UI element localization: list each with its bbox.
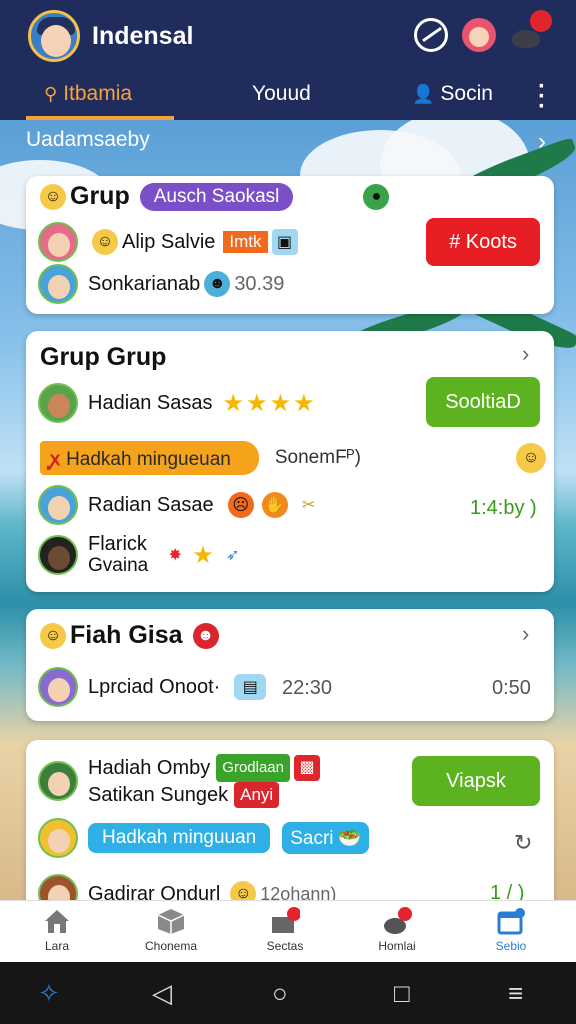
star-icon: ★ xyxy=(222,389,245,417)
star-icon: ★ xyxy=(269,389,292,417)
group-badge: Ausch Saokasl xyxy=(139,182,294,211)
assistant-icon[interactable]: ✧ xyxy=(38,978,60,1009)
tag-pill[interactable]: ꭙ Hadkah mingueuan xyxy=(40,441,259,475)
nav-chonema[interactable]: Chonema xyxy=(126,907,216,953)
member-name: Satikan Sungek xyxy=(88,784,229,806)
chevron-right-icon[interactable]: › xyxy=(522,341,529,367)
home-circle-icon[interactable]: ○ xyxy=(272,978,288,1009)
recents-icon[interactable]: □ xyxy=(394,978,410,1009)
angry-icon: ☹ xyxy=(227,492,254,518)
member-time: 1:4:by ) xyxy=(470,497,537,519)
tab-youud[interactable]: Youud xyxy=(252,82,311,120)
devil-icon: ☻ xyxy=(192,622,219,649)
star-icon: ★ xyxy=(192,541,214,569)
nav-sebio[interactable]: Sebio xyxy=(466,907,556,953)
back-icon[interactable]: ◁ xyxy=(152,978,172,1009)
home-icon xyxy=(42,907,72,935)
tag-pill[interactable]: Hadkah minguuan xyxy=(88,823,271,853)
tab-bar: ⚲ Itbamia Youud 👤 Socin xyxy=(0,72,576,120)
avatar[interactable] xyxy=(38,383,78,423)
row-time: 22:30 xyxy=(282,677,333,699)
group-card-2[interactable]: Grup Grup › Hadian Sasas ★ ★ ★ ★ Sooltia… xyxy=(26,331,554,592)
viapsk-button[interactable]: Viapsk xyxy=(412,756,540,806)
chevron-right-icon: › xyxy=(538,128,546,155)
burst-icon: ✸ xyxy=(168,547,182,564)
card-title: Grup Grup xyxy=(40,343,167,371)
member-value: 30.39 xyxy=(234,272,285,295)
laugh-icon: ☺ xyxy=(92,229,118,255)
member-name: Radian Sasae xyxy=(88,493,214,516)
group-card-4[interactable]: Hadiah Omby Grodlaan ▩ Satikan Sungek An… xyxy=(26,740,554,914)
tab-socin[interactable]: 👤 Socin xyxy=(412,82,493,120)
member-name: Alip Salvie xyxy=(122,230,216,253)
card-title: Fiah Gisa xyxy=(70,621,183,649)
group-card-1[interactable]: ☺ Grup Ausch Saokasl ● ☺ Alip Salvie Imt… xyxy=(26,176,554,314)
row-duration: 0:50 xyxy=(492,677,531,699)
nav-sectas[interactable]: Sectas xyxy=(240,907,330,953)
member-tag: Anyi xyxy=(234,782,280,808)
box-icon xyxy=(156,907,186,935)
koots-button[interactable]: # Koots xyxy=(426,218,540,266)
member-name: Hadiah Omby xyxy=(88,757,211,779)
more-options-icon[interactable]: · · · xyxy=(534,75,550,119)
card-title: Grup xyxy=(70,182,130,210)
star-icon: ★ xyxy=(246,389,268,417)
section-header[interactable]: Uadamsaeby › xyxy=(26,128,550,156)
mug-icon: ▣ xyxy=(271,229,298,255)
avatar[interactable] xyxy=(38,818,78,858)
nav-homlai[interactable]: Homlai xyxy=(352,907,442,953)
mask-icon: ☻ xyxy=(204,271,231,297)
smiley-icon: ☺ xyxy=(40,183,66,210)
active-tab-indicator xyxy=(26,116,174,120)
mouse-icon xyxy=(382,907,412,935)
user-avatar[interactable] xyxy=(28,10,80,62)
member-name: Hadian Sasas xyxy=(88,391,213,414)
smiley-icon: ☺ xyxy=(40,622,66,649)
star-icon: ★ xyxy=(293,389,315,417)
group-card-3[interactable]: ☺ Fiah Gisa ☻ › Lprciad Onoot· ▤ 22:30 0… xyxy=(26,609,554,721)
tab-itbamia[interactable]: ⚲ Itbamia xyxy=(44,82,132,120)
avatar[interactable] xyxy=(38,264,78,304)
system-nav-bar: ✧ ◁ ○ □ ≡ xyxy=(0,962,576,1024)
tag-icon: ꭙ xyxy=(50,449,61,470)
gift-icon: ▩ xyxy=(294,755,320,781)
smile-icon: ☺ xyxy=(516,443,546,473)
member-subname: Gvaina xyxy=(88,555,149,576)
nav-lara[interactable]: Lara xyxy=(12,907,102,953)
bottom-nav: Lara Chonema Sectas Homlai Sebio xyxy=(0,900,576,962)
app-title: Indensal xyxy=(92,22,194,50)
mouse-icon[interactable] xyxy=(510,10,552,52)
bowl-icon: 🥗 xyxy=(337,828,362,849)
pill-side-text: SonemFᴾ) xyxy=(274,447,361,468)
tag-pill-2[interactable]: Sacri 🥗 xyxy=(282,822,370,854)
menu-icon[interactable]: ≡ xyxy=(508,978,523,1009)
refresh-icon[interactable]: ↻ xyxy=(514,830,532,856)
chevron-right-icon[interactable]: › xyxy=(522,621,529,647)
cards-icon xyxy=(270,907,301,935)
person-icon: 👤 xyxy=(412,84,435,104)
bow-icon: ✂ xyxy=(301,497,316,514)
avatar[interactable] xyxy=(38,485,78,525)
profile-icon[interactable] xyxy=(462,18,496,52)
avatar[interactable] xyxy=(38,667,78,707)
avatar[interactable] xyxy=(38,761,78,801)
calendar-icon xyxy=(496,907,526,935)
ball-icon[interactable] xyxy=(414,18,448,52)
sooltiad-button[interactable]: SooltiaD xyxy=(426,377,540,427)
hand-icon: ✋ xyxy=(261,492,288,518)
avatar[interactable] xyxy=(38,535,78,575)
can-icon: ▤ xyxy=(234,674,267,700)
member-name: Lprciad Onoot· xyxy=(88,675,221,698)
leaf-icon: ● xyxy=(363,183,390,210)
rocket-icon: ➶ xyxy=(226,547,240,564)
member-name: Sonkarianab xyxy=(88,272,201,295)
search-icon: ⚲ xyxy=(44,84,58,104)
avatar[interactable] xyxy=(38,222,78,262)
member-name: Flarick xyxy=(88,533,147,555)
app-header: Indensal ⚲ Itbamia Youud 👤 Socin · · · xyxy=(0,0,576,120)
member-tag: Imtk xyxy=(223,231,268,253)
member-tag: Grodlaan xyxy=(216,754,290,782)
